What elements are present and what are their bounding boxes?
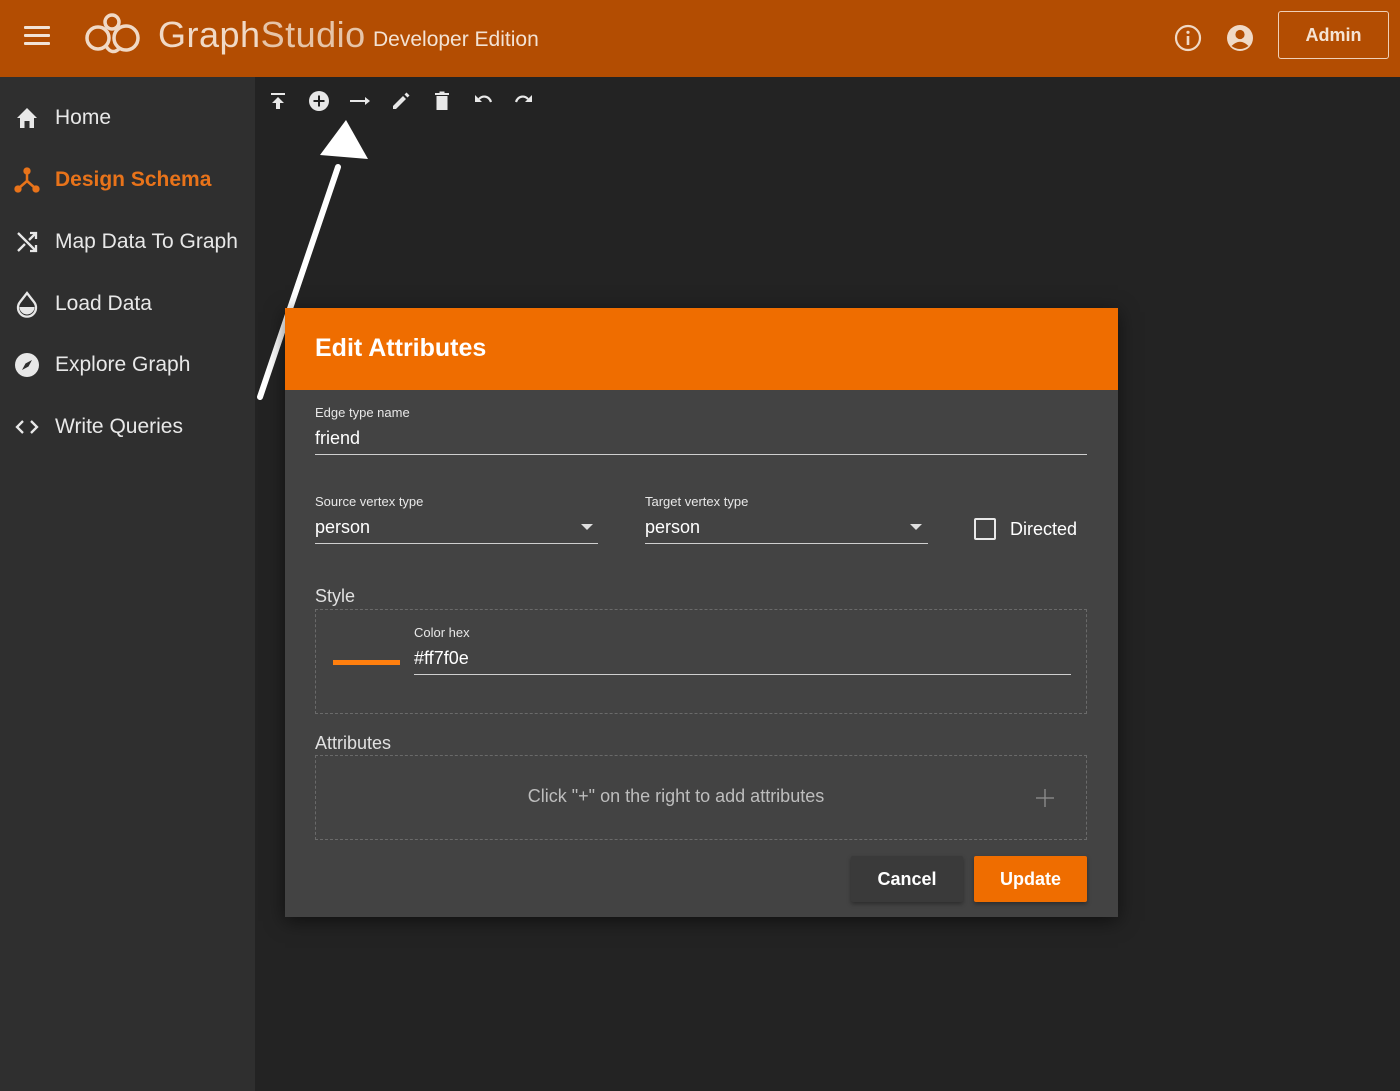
sidebar-item-label: Load Data: [55, 292, 152, 315]
code-icon: [15, 420, 39, 434]
edition-label: Developer Edition: [373, 28, 539, 51]
sidebar-item-label: Explore Graph: [55, 353, 191, 376]
target-vertex-select[interactable]: person: [645, 517, 700, 538]
add-vertex-icon[interactable]: [307, 89, 331, 113]
attributes-empty-message: Click "+" on the right to add attributes: [527, 786, 825, 806]
sidebar-item-explore-graph[interactable]: Explore Graph: [0, 340, 255, 390]
drop-icon: [16, 291, 38, 318]
menu-icon[interactable]: [24, 26, 50, 50]
sidebar-item-map-data[interactable]: Map Data To Graph: [0, 217, 255, 267]
target-dropdown-icon[interactable]: [910, 524, 922, 530]
publish-icon[interactable]: [266, 89, 290, 113]
edge-type-underline: [315, 454, 1087, 455]
attributes-box: Click "+" on the right to add attributes: [315, 755, 1087, 840]
admin-button[interactable]: Admin: [1278, 11, 1389, 59]
color-hex-underline: [414, 674, 1071, 675]
directed-checkbox[interactable]: [974, 518, 996, 540]
edge-type-name-input[interactable]: friend: [315, 428, 360, 449]
compass-icon: [15, 353, 39, 377]
info-icon[interactable]: [1173, 23, 1203, 53]
app-header: GraphStudio Developer Edition Admin: [0, 0, 1400, 77]
home-icon: [17, 108, 37, 128]
add-edge-icon[interactable]: [348, 89, 372, 113]
shuffle-icon: [17, 231, 38, 253]
sidebar-item-load-data[interactable]: Load Data: [0, 279, 255, 329]
source-vertex-select[interactable]: person: [315, 517, 370, 538]
color-swatch: [333, 660, 400, 665]
style-box: Color hex #ff7f0e: [315, 609, 1087, 714]
target-vertex-label: Target vertex type: [645, 494, 749, 509]
redo-icon[interactable]: [512, 89, 536, 113]
source-dropdown-icon[interactable]: [581, 524, 593, 530]
style-section-title: Style: [315, 586, 356, 606]
sidebar-item-home[interactable]: Home: [0, 93, 255, 143]
attributes-section-title: Attributes: [315, 733, 392, 753]
color-hex-input[interactable]: #ff7f0e: [414, 648, 469, 669]
update-button[interactable]: Update: [974, 856, 1087, 902]
add-attribute-icon[interactable]: [1033, 786, 1057, 810]
source-vertex-label: Source vertex type: [315, 494, 424, 509]
directed-label[interactable]: Directed: [1010, 519, 1077, 540]
sidebar-item-design-schema[interactable]: Design Schema: [0, 155, 255, 205]
sidebar-item-write-queries[interactable]: Write Queries: [0, 402, 255, 452]
dialog-title: Edit Attributes: [315, 334, 487, 362]
sidebar-item-label: Home: [55, 106, 112, 129]
account-icon[interactable]: [1225, 23, 1255, 53]
sidebar-item-label: Design Schema: [55, 168, 212, 191]
color-hex-label: Color hex: [414, 625, 470, 640]
dialog-header: Edit Attributes: [285, 308, 1118, 390]
edit-icon[interactable]: [389, 89, 413, 113]
sidebar-item-label: Map Data To Graph: [55, 230, 238, 253]
cancel-button[interactable]: Cancel: [851, 856, 963, 902]
target-underline: [645, 543, 928, 544]
schema-icon: [14, 167, 40, 193]
edge-type-label: Edge type name: [315, 405, 410, 420]
logo-text: GraphStudio: [158, 14, 366, 55]
undo-icon[interactable]: [471, 89, 495, 113]
delete-icon[interactable]: [430, 89, 454, 113]
sidebar-item-label: Write Queries: [55, 415, 183, 438]
edit-attributes-dialog: Edit Attributes Edge type name friend So…: [285, 308, 1118, 917]
graphstudio-logo-icon: [85, 13, 140, 54]
sidebar: Home Design Schema Map Data To Graph Loa…: [0, 77, 255, 1091]
source-underline: [315, 543, 598, 544]
